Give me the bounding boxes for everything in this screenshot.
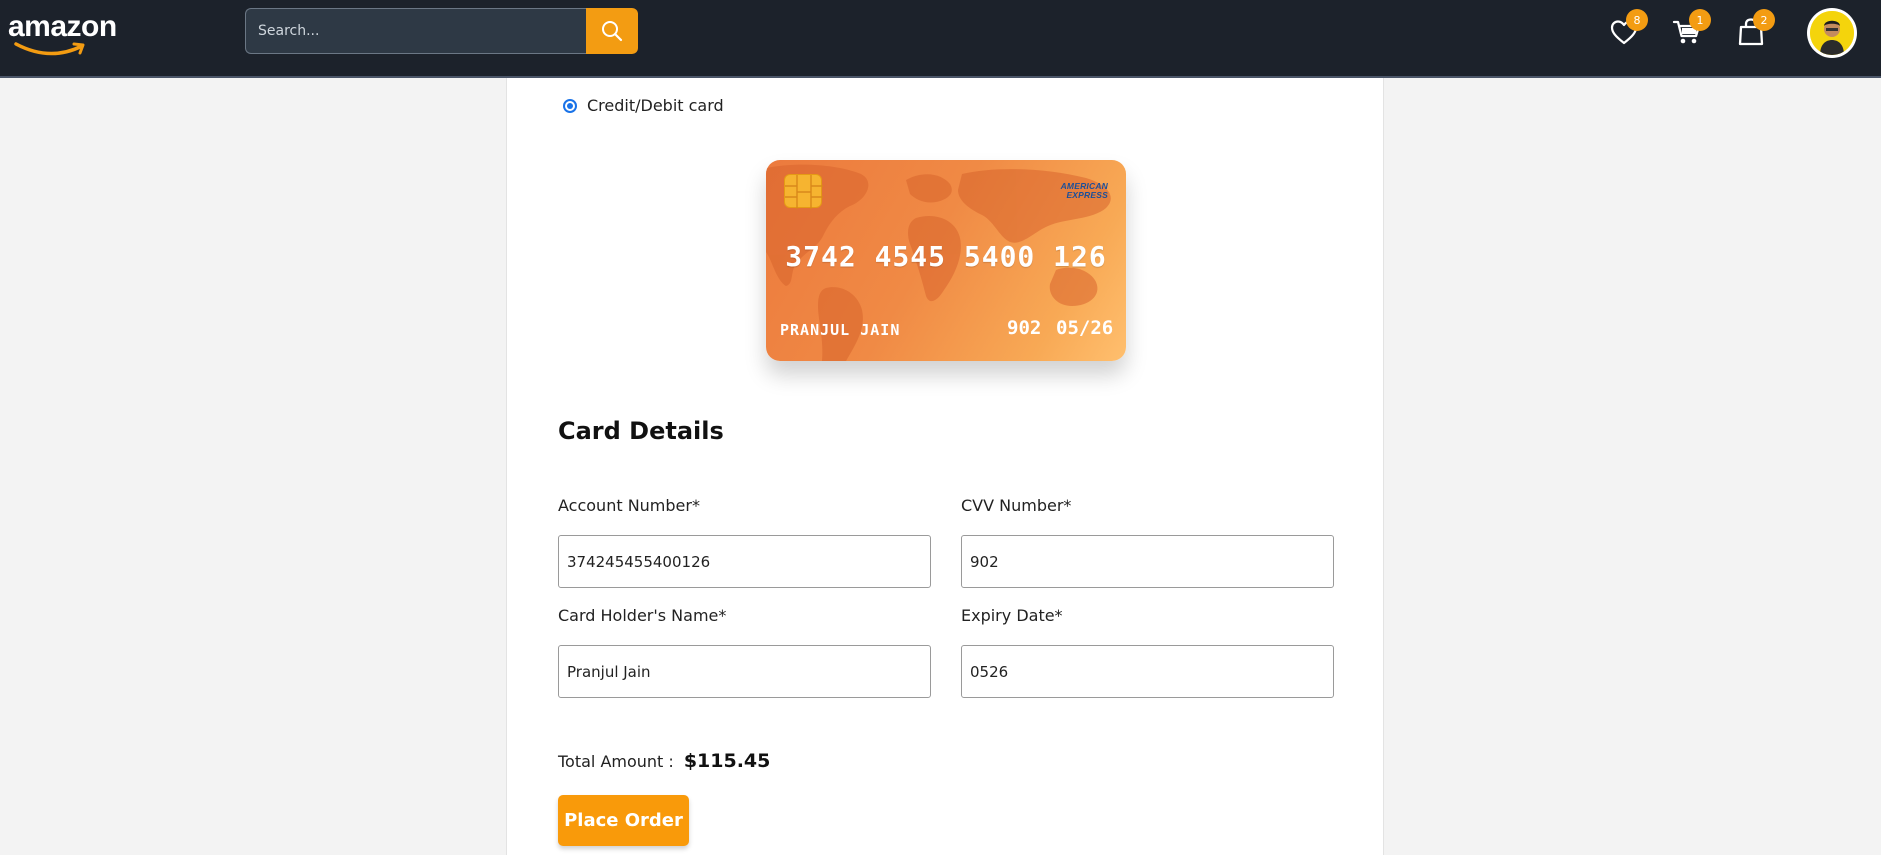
- expiry-date-label: Expiry Date*: [961, 606, 1063, 625]
- payment-panel: Credit/Debit card AMERICAN EXPRESS 3742 …: [506, 78, 1384, 855]
- card-holder-display: PRANJUL JAIN: [780, 321, 901, 339]
- search-icon: [602, 21, 623, 42]
- card-details-title: Card Details: [558, 417, 724, 445]
- card-expiry-display: 05/26: [1056, 317, 1114, 339]
- amazon-logo[interactable]: amazon: [8, 10, 126, 56]
- card-number-display: 3742 4545 5400 126: [785, 240, 1107, 273]
- avatar-image: [1810, 11, 1854, 55]
- cvv-input[interactable]: [961, 535, 1334, 588]
- top-navigation-bar: amazon 8 1: [0, 0, 1881, 78]
- card-option-radio[interactable]: [563, 98, 577, 113]
- card-holder-name-label: Card Holder's Name*: [558, 606, 727, 625]
- place-order-button[interactable]: Place Order: [558, 795, 689, 846]
- wishlist-count-badge: 8: [1626, 9, 1648, 31]
- search-button[interactable]: [586, 8, 638, 54]
- payment-option-card[interactable]: Credit/Debit card: [563, 96, 724, 115]
- total-amount-value: $115.45: [683, 750, 771, 772]
- card-holder-name-input[interactable]: [558, 645, 931, 698]
- user-avatar[interactable]: [1807, 8, 1857, 58]
- bag-count-badge: 2: [1753, 9, 1775, 31]
- expiry-date-input[interactable]: [961, 645, 1334, 698]
- search-input[interactable]: [245, 8, 586, 54]
- cart-count-badge: 1: [1689, 9, 1711, 31]
- card-chip-icon: [784, 174, 823, 209]
- account-number-label: Account Number*: [558, 496, 700, 515]
- card-cvv-display: 902: [1007, 317, 1042, 339]
- wishlist-button[interactable]: 8: [1604, 9, 1648, 50]
- account-number-input[interactable]: [558, 535, 931, 588]
- card-option-label: Credit/Debit card: [587, 96, 724, 115]
- cvv-label: CVV Number*: [961, 496, 1072, 515]
- total-amount-label: Total Amount :: [558, 752, 674, 771]
- amex-logo: AMERICAN EXPRESS: [1060, 181, 1108, 200]
- logo-smile-icon: [14, 42, 85, 56]
- cart-button[interactable]: 1: [1667, 9, 1711, 50]
- total-amount-row: Total Amount : $115.45: [558, 750, 770, 772]
- credit-card-preview: AMERICAN EXPRESS 3742 4545 5400 126 PRAN…: [766, 160, 1126, 361]
- search-bar: [245, 8, 638, 54]
- bag-button[interactable]: 2: [1731, 9, 1775, 50]
